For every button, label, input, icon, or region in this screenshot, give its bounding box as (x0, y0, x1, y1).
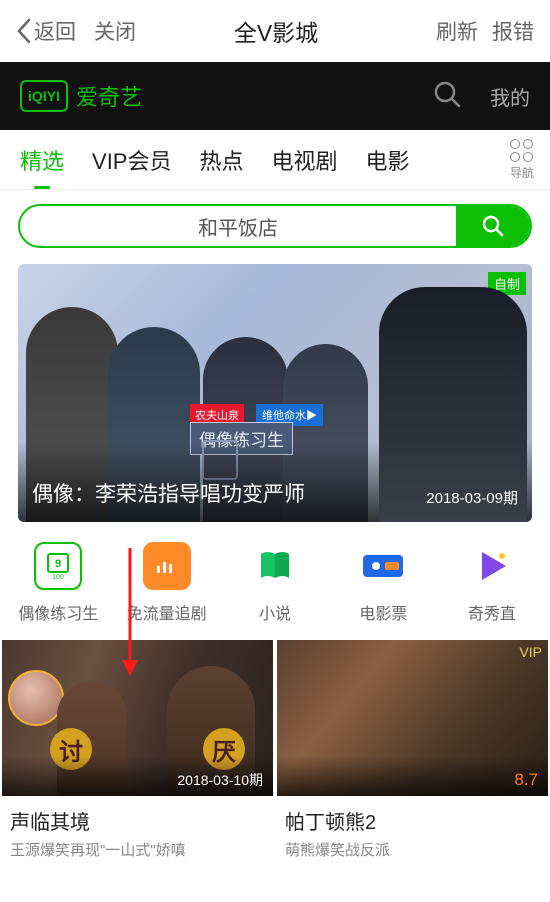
grid-icon (510, 139, 533, 162)
search-icon (481, 214, 505, 238)
card-subtitle: 王源爆笑再现"一山式"娇嗔 (2, 839, 273, 860)
back-label: 返回 (34, 16, 76, 46)
folder-icon (143, 542, 191, 590)
system-top-nav: 返回 关闭 全V影城 刷新 报错 (0, 0, 550, 62)
refresh-button[interactable]: 刷新 (436, 16, 478, 46)
report-button[interactable]: 报错 (492, 16, 534, 46)
content-cards: 讨 厌 2018-03-10期 声临其境 王源爆笑再现"一山式"娇嗔 VIP 8… (0, 640, 550, 860)
cat-idol[interactable]: 9 100 偶像练习生 (4, 542, 112, 624)
search-bar[interactable]: 和平饭店 (18, 204, 532, 248)
nav-grid-button[interactable]: 导航 (510, 139, 534, 181)
cat-label: 偶像练习生 (18, 600, 98, 624)
search-placeholder: 和平饭店 (20, 212, 456, 241)
tab-hot[interactable]: 热点 (199, 144, 243, 176)
logo-text: 爱奇艺 (76, 80, 142, 112)
cat-qixiu[interactable]: 奇秀直 (438, 542, 546, 624)
chevron-left-icon (16, 18, 32, 44)
book-icon (251, 542, 299, 590)
card-item[interactable]: 讨 厌 2018-03-10期 声临其境 王源爆笑再现"一山式"娇嗔 (2, 640, 273, 860)
svg-text:9: 9 (55, 558, 61, 570)
back-button[interactable]: 返回 (16, 16, 76, 46)
cat-free-data[interactable]: 免流量追剧 (112, 542, 220, 624)
play-star-icon (468, 542, 516, 590)
category-row: 9 100 偶像练习生 免流量追剧 小说 电影票 奇秀直 (0, 522, 550, 640)
card-thumbnail: 讨 厌 2018-03-10期 (2, 640, 273, 796)
card-item[interactable]: VIP 8.7 帕丁顿熊2 萌熊爆笑战反派 (277, 640, 548, 860)
category-tabs: 精选 VIP会员 热点 电视剧 电影 导航 (0, 130, 550, 190)
search-icon[interactable] (432, 79, 462, 114)
search-submit-button[interactable] (456, 206, 530, 246)
tab-vip[interactable]: VIP会员 (92, 144, 171, 176)
card-title: 帕丁顿熊2 (277, 796, 548, 839)
ticket-icon (359, 542, 407, 590)
svg-text:100: 100 (52, 574, 64, 580)
hero-date: 2018-03-09期 (426, 487, 518, 508)
logo[interactable]: iQIYI 爱奇艺 (20, 80, 142, 112)
cat-label: 免流量追剧 (127, 600, 207, 624)
idol-icon: 9 100 (34, 542, 82, 590)
logo-icon: iQIYI (20, 80, 68, 112)
cat-label: 电影票 (359, 600, 407, 624)
episode-date: 2018-03-10期 (177, 770, 263, 790)
tab-tv[interactable]: 电视剧 (272, 144, 338, 176)
cat-label: 奇秀直 (468, 600, 516, 624)
brand-bar: iQIYI 爱奇艺 我的 (0, 62, 550, 130)
tab-featured[interactable]: 精选 (20, 144, 64, 176)
cat-movie-tickets[interactable]: 电影票 (329, 542, 437, 624)
cat-novel[interactable]: 小说 (221, 542, 329, 624)
search-section: 和平饭店 (0, 190, 550, 262)
hero-banner[interactable]: 自制 农夫山泉 维他命水▶ 偶像练习生 Jeffrey 偶像：李荣浩指导唱功变严… (18, 264, 532, 522)
my-account-link[interactable]: 我的 (490, 82, 530, 111)
card-title: 声临其境 (2, 796, 273, 839)
page-title: 全V影城 (116, 14, 436, 48)
card-subtitle: 萌熊爆笑战反派 (277, 839, 548, 860)
card-thumbnail: VIP 8.7 (277, 640, 548, 796)
vip-badge: VIP (519, 644, 542, 660)
cat-label: 小说 (259, 600, 291, 624)
hero-caption: 偶像：李荣浩指导唱功变严师 (32, 478, 305, 508)
rating-value: 8.7 (514, 770, 538, 790)
nav-label: 导航 (510, 164, 534, 181)
tab-movie[interactable]: 电影 (366, 144, 410, 176)
